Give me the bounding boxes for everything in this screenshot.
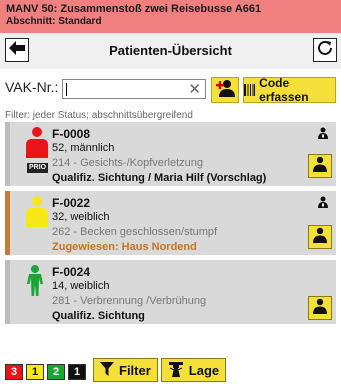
patient-status: Qualifiz. Sichtung / Maria Hilf (Vorschl… (52, 172, 267, 184)
incident-banner: MANV 50: Zusammenstoß zwei Reisebusse A6… (0, 0, 341, 33)
patient-diagnosis: 281 - Verbrennung /Verbrühung (52, 295, 207, 307)
text-caret (66, 83, 67, 96)
person-icon-red (25, 126, 49, 163)
patient-card[interactable]: F-0022 32, weiblich 262 - Becken geschlo… (5, 191, 336, 255)
incident-title: MANV 50: Zusammenstoß zwei Reisebusse A6… (6, 3, 262, 15)
lage-button[interactable]: Lage (160, 358, 227, 382)
card-stripe (5, 260, 10, 324)
patient-age-sex: 32, weiblich (52, 211, 110, 223)
doctor-icon (318, 127, 328, 142)
patient-diagnosis: 262 - Becken geschlossen/stumpf (52, 226, 218, 238)
person-icon (312, 298, 328, 319)
count-yellow[interactable]: 1 (26, 364, 44, 380)
person-icon (312, 156, 328, 177)
tower-icon (168, 361, 184, 380)
patient-id: F-0022 (52, 196, 91, 210)
count-black[interactable]: 1 (68, 364, 86, 380)
barcode-icon (244, 84, 256, 96)
patient-details-button[interactable] (308, 296, 332, 320)
card-stripe (5, 122, 10, 186)
scan-code-label: Code erfassen (259, 76, 309, 104)
filter-label: Filter (119, 362, 151, 378)
add-patient-button[interactable] (211, 77, 239, 103)
vak-number-input[interactable]: ✕ (62, 79, 206, 99)
patient-status: Zugewiesen: Haus Nordend (52, 241, 197, 253)
patient-diagnosis: 214 - Gesichts-/Kopfverletzung (52, 157, 204, 169)
person-icon-yellow (25, 195, 49, 232)
nav-bar: Patienten-Übersicht (0, 33, 341, 69)
page-title: Patienten-Übersicht (109, 43, 232, 58)
patient-status: Qualifiz. Sichtung (52, 310, 145, 322)
patient-card[interactable]: F-0024 14, weiblich 281 - Verbrennung /V… (5, 260, 336, 324)
patient-details-button[interactable] (308, 154, 332, 178)
count-green[interactable]: 2 (47, 364, 65, 380)
bottom-bar: 3 1 2 1 Filter Lage (5, 358, 227, 382)
person-icon (312, 227, 328, 248)
patient-card[interactable]: PRIO F-0008 52, männlich 214 - Gesichts-… (5, 122, 336, 186)
section-label: Abschnitt: Standard (6, 16, 102, 27)
doctor-icon (318, 196, 328, 211)
filter-button[interactable]: Filter (93, 358, 158, 382)
refresh-button[interactable] (313, 38, 337, 62)
add-person-icon (215, 79, 235, 102)
count-red[interactable]: 3 (5, 364, 23, 380)
card-stripe (5, 191, 10, 255)
patient-id: F-0008 (52, 127, 91, 141)
vak-label: VAK-Nr.: (5, 79, 59, 95)
scan-code-button[interactable]: Code erfassen (243, 76, 336, 104)
patient-details-button[interactable] (308, 225, 332, 249)
clear-icon[interactable]: ✕ (188, 80, 201, 99)
filter-info: Filter: jeder Status; abschnittsübergrei… (5, 110, 193, 121)
person-icon-green (25, 264, 45, 301)
lage-label: Lage (188, 362, 220, 378)
patient-age-sex: 52, männlich (52, 142, 115, 154)
refresh-icon (317, 40, 333, 60)
patient-id: F-0024 (52, 265, 91, 279)
prio-badge: PRIO (27, 163, 49, 173)
patient-age-sex: 14, weiblich (52, 280, 110, 292)
funnel-icon (100, 361, 114, 379)
